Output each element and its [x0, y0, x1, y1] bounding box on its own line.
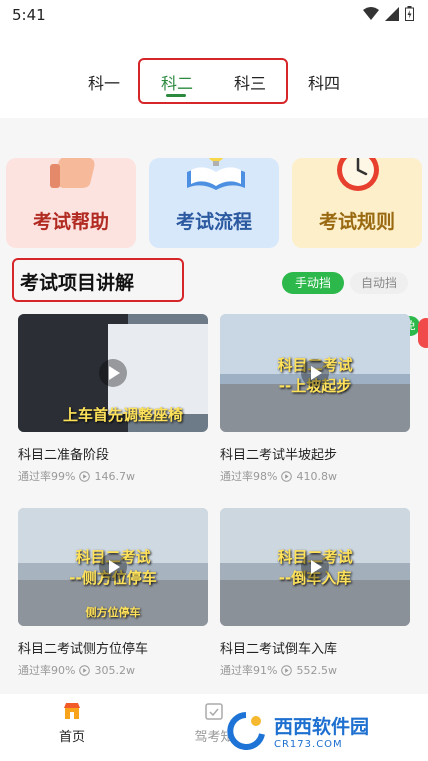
card-exam-rules-label: 考试规则 — [318, 211, 395, 233]
nav-home-label: 首页 — [58, 730, 85, 745]
video-thumbnail-2[interactable]: 科目二考试 --上坡起步 — [220, 314, 410, 432]
play-icon — [99, 553, 127, 581]
calendar-check-icon — [205, 703, 223, 720]
signal-icon — [385, 6, 399, 21]
view-count: 552.5w — [296, 663, 337, 677]
view-count: 305.2w — [94, 663, 135, 677]
pass-rate: 通过率99% — [18, 470, 76, 483]
play-count-icon — [79, 664, 91, 676]
view-count: 146.7w — [94, 469, 135, 483]
play-icon — [99, 359, 127, 387]
watermark-logo — [227, 712, 265, 750]
video-meta-2: 通过率98% 410.8w — [220, 468, 337, 484]
pass-rate: 通过率91% — [220, 664, 278, 677]
video-title-4[interactable]: 科目二考试倒车入库 — [220, 638, 337, 657]
video-meta-4: 通过率91% 552.5w — [220, 662, 337, 678]
status-time: 5:41 — [12, 6, 46, 24]
video-thumbnail-4[interactable]: 科目二考试 --倒车入库 — [220, 508, 410, 626]
promo-badge[interactable] — [418, 318, 428, 348]
video-thumbnail-3[interactable]: 科目二考试 --侧方位停车 侧方位停车 — [18, 508, 208, 626]
card-exam-flow[interactable]: 考试流程 — [149, 158, 279, 248]
highlight-box-tabs — [138, 58, 288, 104]
book-lightbulb-icon — [187, 158, 245, 190]
wifi-icon — [363, 6, 379, 20]
status-icons — [363, 6, 414, 21]
view-count: 410.8w — [296, 469, 337, 483]
watermark: 西西软件园 CR173.COM — [224, 712, 369, 750]
pass-rate: 通过率98% — [220, 470, 278, 483]
thumbs-up-icon — [50, 158, 95, 188]
watermark-text: 西西软件园 — [274, 716, 370, 738]
play-count-icon — [281, 470, 293, 482]
pass-rate: 通过率90% — [18, 664, 76, 677]
nav-home[interactable]: 首页 — [52, 700, 92, 745]
card-exam-help[interactable]: 考试帮助 — [6, 158, 136, 248]
video-caption-1: 上车首先调整座椅 — [62, 406, 183, 424]
highlight-box-section — [12, 258, 184, 302]
tab-ke1[interactable]: 科一 — [84, 70, 124, 94]
play-icon — [301, 553, 329, 581]
tab-ke4[interactable]: 科四 — [304, 70, 344, 94]
card-exam-flow-label: 考试流程 — [175, 211, 252, 233]
video-meta-1: 通过率99% 146.7w — [18, 468, 135, 484]
video-title-1[interactable]: 科目二准备阶段 — [18, 444, 109, 463]
play-icon — [301, 359, 329, 387]
toggle-automatic[interactable]: 自动挡 — [350, 272, 408, 294]
shop-icon — [64, 703, 80, 719]
play-count-icon — [79, 470, 91, 482]
battery-icon — [405, 6, 414, 21]
video-title-3[interactable]: 科目二考试侧方位停车 — [18, 638, 148, 657]
video-subcaption-3: 侧方位停车 — [85, 606, 141, 619]
watermark-domain: CR173.COM — [274, 739, 343, 750]
card-exam-rules[interactable]: 考试规则 — [292, 158, 422, 248]
toggle-manual[interactable]: 手动挡 — [282, 272, 344, 294]
play-count-icon — [281, 664, 293, 676]
video-meta-3: 通过率90% 305.2w — [18, 662, 135, 678]
video-title-2[interactable]: 科目二考试半坡起步 — [220, 444, 337, 463]
card-exam-help-label: 考试帮助 — [32, 211, 109, 233]
alarm-clock-icon — [337, 158, 379, 191]
video-thumbnail-1[interactable]: 上车首先调整座椅 — [18, 314, 208, 432]
